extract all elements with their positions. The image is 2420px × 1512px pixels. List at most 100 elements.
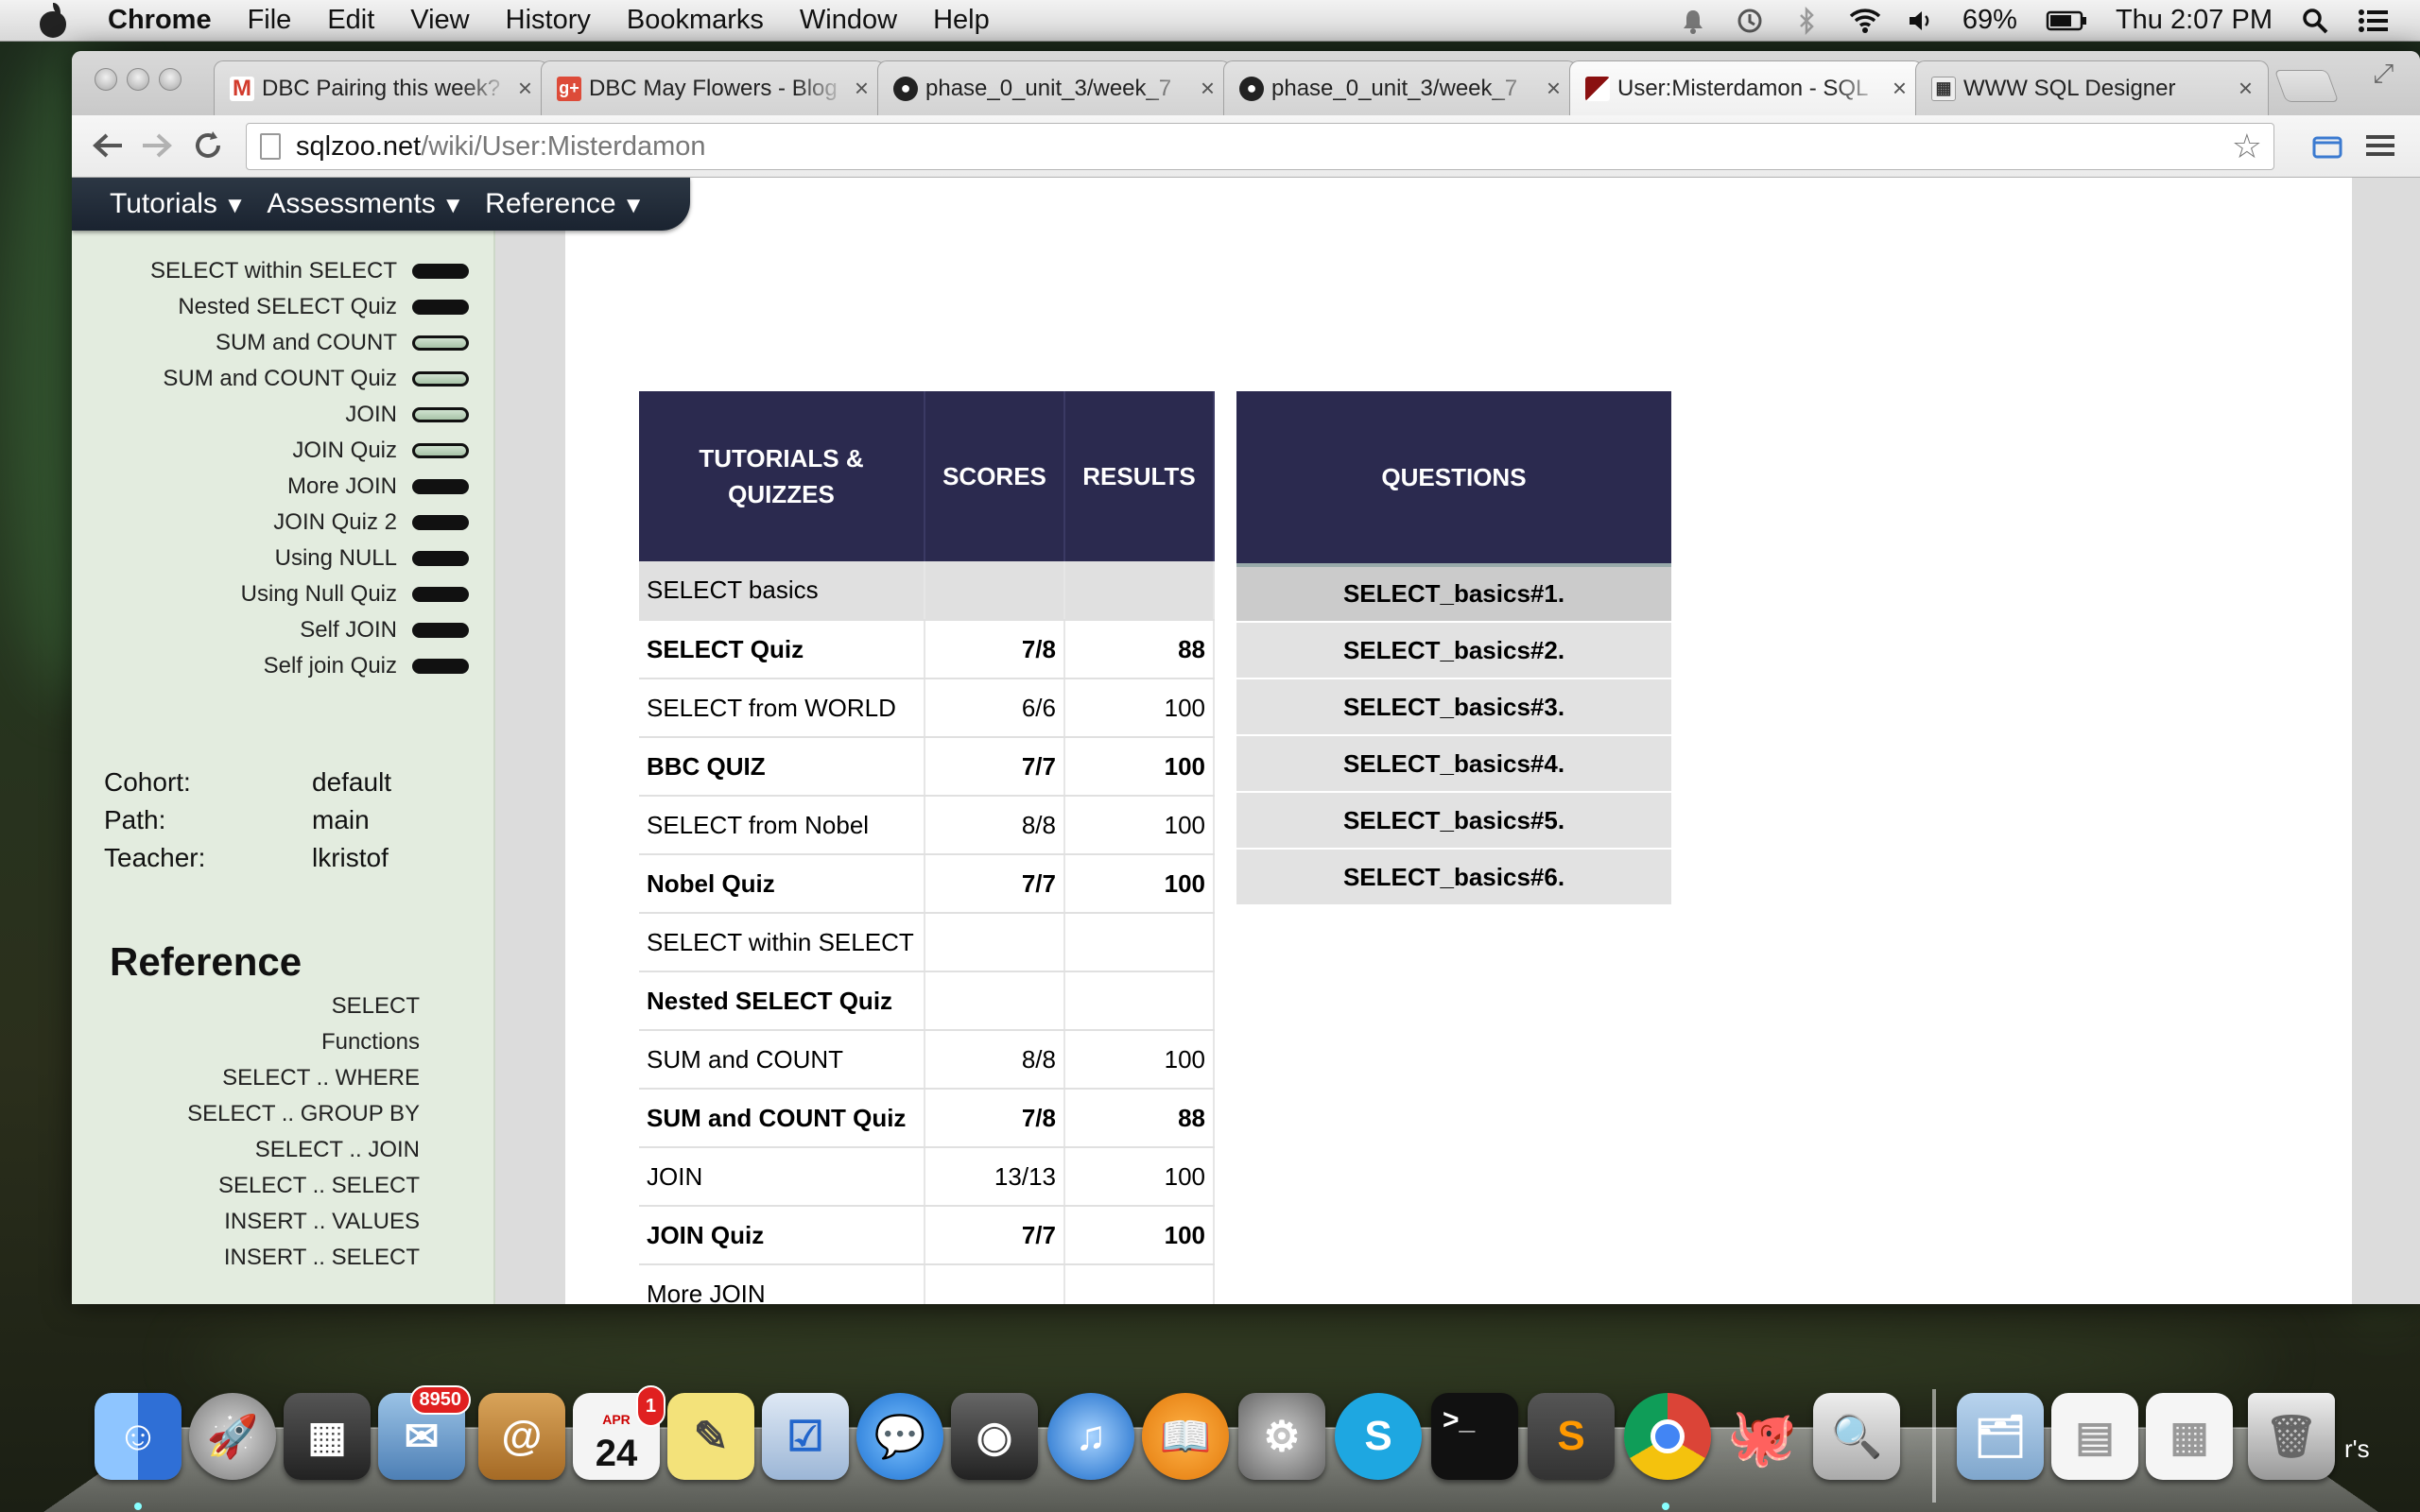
question-row[interactable]: SELECT_basics#2.: [1236, 622, 1671, 679]
menu-help[interactable]: Help: [933, 5, 990, 36]
tutorial-name[interactable]: SELECT from WORLD: [639, 679, 925, 738]
tutorial-name[interactable]: JOIN: [639, 1147, 925, 1207]
tab-github-week7-b[interactable]: ● phase_0_unit_3/week_7 ×: [1223, 60, 1577, 115]
mission-control-icon[interactable]: ▦: [284, 1393, 371, 1480]
tab-close-icon[interactable]: ×: [1547, 74, 1561, 103]
tutorial-name[interactable]: SELECT Quiz: [639, 620, 925, 679]
nav-reference[interactable]: Reference: [485, 188, 645, 220]
progress-item[interactable]: SUM and COUNT: [72, 325, 469, 361]
tutorial-name[interactable]: SUM and COUNT Quiz: [639, 1089, 925, 1148]
progress-item[interactable]: JOIN Quiz: [72, 433, 469, 469]
reference-link[interactable]: Functions: [72, 1024, 420, 1060]
skype-icon[interactable]: S: [1335, 1393, 1422, 1480]
menu-app-name[interactable]: Chrome: [108, 5, 212, 36]
reference-link[interactable]: SELECT .. JOIN: [72, 1132, 420, 1168]
question-link[interactable]: SELECT_basics#2.: [1236, 622, 1671, 679]
applications-folder-icon[interactable]: 🗂: [1957, 1393, 2044, 1480]
menu-bookmarks[interactable]: Bookmarks: [627, 5, 764, 36]
tutorial-name[interactable]: SUM and COUNT: [639, 1030, 925, 1090]
progress-label[interactable]: Using NULL: [275, 545, 397, 572]
messages-icon[interactable]: 💬: [856, 1393, 943, 1480]
score-row[interactable]: SELECT basics: [639, 561, 1215, 621]
score-row[interactable]: SUM and COUNT Quiz 7/8 88: [639, 1089, 1215, 1148]
bluetooth-icon[interactable]: [1792, 6, 1821, 35]
progress-item[interactable]: Using NULL: [72, 541, 469, 576]
wifi-icon[interactable]: [1849, 7, 1881, 35]
bookmark-star-icon[interactable]: ☆: [2232, 127, 2262, 166]
preview-icon[interactable]: 🔍: [1813, 1393, 1900, 1480]
spotlight-search-icon[interactable]: [2301, 7, 2329, 35]
itunes-icon[interactable]: ♫: [1047, 1393, 1134, 1480]
menu-file[interactable]: File: [248, 5, 292, 36]
menubar-clock[interactable]: Thu 2:07 PM: [2116, 5, 2273, 36]
nav-tutorials[interactable]: Tutorials: [110, 188, 246, 220]
tab-sql-designer[interactable]: ▦ WWW SQL Designer ×: [1915, 60, 2269, 115]
menu-window[interactable]: Window: [800, 5, 897, 36]
terminal-icon[interactable]: >_: [1431, 1393, 1518, 1480]
window-close-button[interactable]: [95, 68, 117, 91]
menu-history[interactable]: History: [506, 5, 591, 36]
reference-link[interactable]: SELECT .. GROUP BY: [72, 1096, 420, 1132]
tutorial-name[interactable]: SELECT from Nobel: [639, 796, 925, 855]
progress-label[interactable]: JOIN Quiz: [292, 438, 397, 464]
question-row[interactable]: SELECT_basics#6.: [1236, 849, 1671, 906]
menu-view[interactable]: View: [410, 5, 469, 36]
launchpad-icon[interactable]: 🚀: [189, 1393, 276, 1480]
tutorial-name[interactable]: SELECT basics: [639, 561, 925, 621]
new-tab-button[interactable]: [2273, 70, 2340, 102]
progress-item[interactable]: JOIN Quiz 2: [72, 505, 469, 541]
score-row[interactable]: More JOIN: [639, 1264, 1215, 1304]
progress-item[interactable]: Self join Quiz: [72, 648, 469, 684]
chrome-menu-icon[interactable]: [2360, 125, 2401, 166]
progress-label[interactable]: JOIN Quiz 2: [273, 509, 397, 536]
ibooks-icon[interactable]: 📖: [1142, 1393, 1229, 1480]
reference-link[interactable]: INSERT .. SELECT: [72, 1240, 420, 1276]
fullscreen-icon[interactable]: ⤢: [2373, 59, 2394, 90]
trash-icon[interactable]: 🗑: [2248, 1393, 2335, 1480]
score-row[interactable]: SELECT from WORLD 6/6 100: [639, 679, 1215, 738]
window-zoom-button[interactable]: [159, 68, 182, 91]
progress-label[interactable]: SUM and COUNT: [216, 330, 397, 356]
progress-label[interactable]: Self join Quiz: [264, 653, 397, 679]
notification-bell-icon[interactable]: [1679, 7, 1707, 35]
reference-link[interactable]: SELECT: [72, 988, 420, 1024]
facetime-icon[interactable]: ◉: [951, 1393, 1038, 1480]
back-button[interactable]: [87, 125, 129, 166]
tab-close-icon[interactable]: ×: [855, 74, 869, 103]
tutorial-name[interactable]: JOIN Quiz: [639, 1206, 925, 1265]
extension-icon[interactable]: [2307, 125, 2348, 166]
tutorial-name[interactable]: More JOIN: [639, 1264, 925, 1304]
reference-link[interactable]: SELECT .. WHERE: [72, 1060, 420, 1096]
progress-label[interactable]: More JOIN: [287, 473, 397, 500]
tab-close-icon[interactable]: ×: [1201, 74, 1215, 103]
progress-item[interactable]: SUM and COUNT Quiz: [72, 361, 469, 397]
question-row[interactable]: SELECT_basics#3.: [1236, 679, 1671, 736]
tab-github-week7-a[interactable]: ● phase_0_unit_3/week_7 ×: [877, 60, 1231, 115]
score-row[interactable]: JOIN 13/13 100: [639, 1147, 1215, 1207]
score-row[interactable]: Nobel Quiz 7/7 100: [639, 854, 1215, 914]
question-row[interactable]: SELECT_basics#4.: [1236, 735, 1671, 793]
progress-label[interactable]: Using Null Quiz: [241, 581, 397, 608]
question-link[interactable]: SELECT_basics#5.: [1236, 792, 1671, 850]
contacts-icon[interactable]: @: [478, 1393, 565, 1480]
system-preferences-icon[interactable]: ⚙: [1238, 1393, 1325, 1480]
finder-icon[interactable]: ☺: [95, 1393, 182, 1480]
tab-dbc-pairing[interactable]: M DBC Pairing this week? ×: [214, 60, 548, 115]
github-app-icon[interactable]: 🐙: [1719, 1393, 1806, 1480]
progress-item[interactable]: SELECT within SELECT: [72, 253, 469, 289]
address-bar[interactable]: sqlzoo.net/wiki/User:Misterdamon ☆: [246, 123, 2274, 170]
notes-icon[interactable]: ✎: [667, 1393, 754, 1480]
battery-icon[interactable]: [2046, 7, 2087, 35]
progress-item[interactable]: JOIN: [72, 397, 469, 433]
progress-label[interactable]: JOIN: [345, 402, 397, 428]
nav-assessments[interactable]: Assessments: [267, 188, 464, 220]
score-row[interactable]: SELECT from Nobel 8/8 100: [639, 796, 1215, 855]
question-row[interactable]: SELECT_basics#5.: [1236, 792, 1671, 850]
chrome-icon[interactable]: [1624, 1393, 1711, 1480]
time-machine-icon[interactable]: [1736, 7, 1764, 35]
reference-link[interactable]: SELECT .. SELECT: [72, 1168, 420, 1204]
notification-center-icon[interactable]: [2358, 7, 2388, 35]
mail-icon[interactable]: ✉ 8950: [378, 1385, 471, 1480]
progress-label[interactable]: SELECT within SELECT: [150, 258, 397, 284]
tab-dbc-may-flowers[interactable]: g+ DBC May Flowers - Blog ×: [541, 60, 885, 115]
